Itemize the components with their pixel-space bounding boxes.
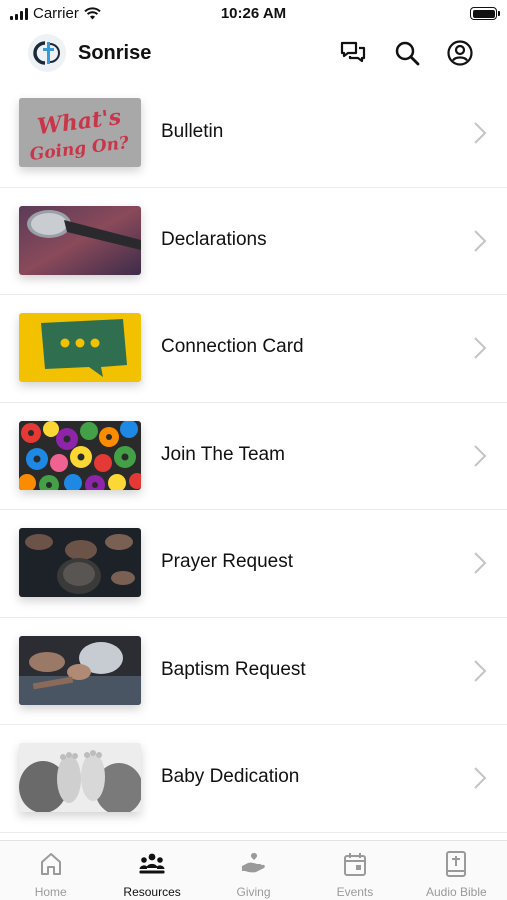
battery-icon: [470, 7, 500, 20]
chat-bubbles-icon[interactable]: [339, 39, 367, 67]
list-item-baptism-request[interactable]: Baptism Request: [0, 618, 507, 725]
chevron-right-icon: [474, 552, 487, 574]
tab-label: Audio Bible: [425, 885, 487, 899]
chevron-right-icon: [474, 122, 487, 144]
tab-resources[interactable]: Resources: [101, 841, 202, 900]
baptism-request-thumbnail: [19, 635, 141, 705]
tab-label: Home: [34, 885, 67, 899]
list-item-connection-card[interactable]: Connection Card: [0, 295, 507, 403]
join-the-team-thumbnail: [19, 420, 141, 490]
list-item-label: Bulletin: [161, 121, 224, 142]
bulletin-thumbnail: What's Going On?: [19, 98, 141, 167]
search-icon[interactable]: [393, 39, 421, 67]
status-time: 10:26 AM: [220, 5, 287, 22]
list-item-label: Connection Card: [161, 336, 304, 357]
list-item-label: Baptism Request: [161, 658, 306, 680]
chevron-right-icon: [474, 659, 487, 682]
church-logo: [28, 34, 66, 72]
baby-dedication-thumbnail: [19, 743, 141, 812]
list-item-bulletin[interactable]: What's Going On? Bulletin: [0, 80, 507, 188]
tab-label: Giving: [236, 885, 271, 899]
chevron-right-icon: [474, 337, 487, 359]
account-icon[interactable]: [446, 39, 474, 67]
app-title: Sonrise: [78, 42, 152, 64]
status-bar: Carrier 10:26 AM: [0, 0, 507, 28]
declarations-thumbnail: [19, 205, 141, 275]
chevron-right-icon: [474, 229, 487, 252]
calendar-icon: [343, 853, 366, 876]
tab-giving[interactable]: Giving: [203, 841, 304, 900]
list-item-declarations[interactable]: Declarations: [0, 188, 507, 295]
giving-hand-icon: [241, 853, 265, 873]
app-header: Sonrise: [0, 28, 507, 80]
list-item-baby-dedication[interactable]: Baby Dedication: [0, 725, 507, 833]
list-item-label: Join The Team: [161, 443, 285, 465]
list-item-label: Declarations: [161, 228, 267, 250]
bible-icon: [446, 851, 467, 877]
home-icon: [40, 853, 61, 875]
tab-label: Resources: [123, 885, 181, 899]
list-item-label: Baby Dedication: [161, 766, 300, 787]
people-group-icon: [139, 853, 165, 874]
connection-card-thumbnail: [19, 313, 141, 382]
tab-events[interactable]: Events: [304, 841, 405, 900]
tab-bar: Home Resources Giving Events Audio Bible: [0, 840, 507, 900]
tab-label: Events: [336, 885, 374, 899]
resource-list: What's Going On? Bulletin Declarations C…: [0, 80, 507, 840]
list-item-label: Prayer Request: [161, 551, 294, 572]
tab-audio-bible[interactable]: Audio Bible: [406, 841, 507, 900]
prayer-request-thumbnail: [19, 528, 141, 597]
list-item-join-the-team[interactable]: Join The Team: [0, 403, 507, 510]
tab-home[interactable]: Home: [0, 841, 101, 900]
chevron-right-icon: [474, 444, 487, 467]
list-item-prayer-request[interactable]: Prayer Request: [0, 510, 507, 618]
chevron-right-icon: [474, 767, 487, 789]
